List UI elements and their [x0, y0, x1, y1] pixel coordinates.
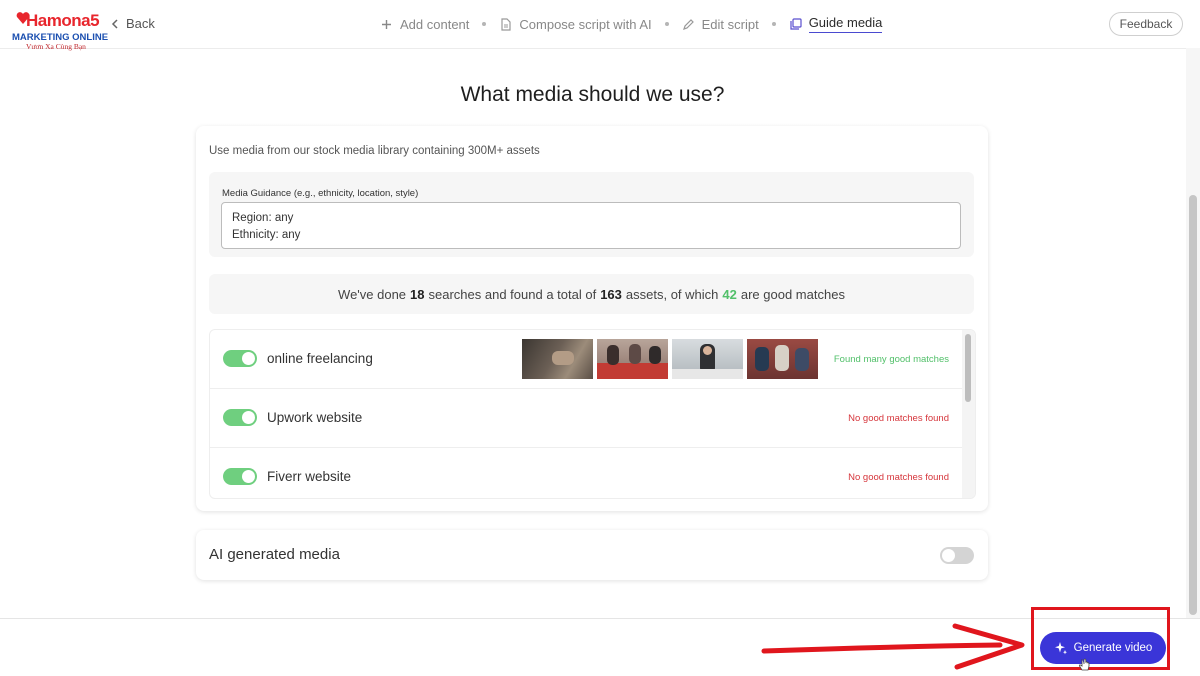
card-top-fade	[196, 104, 988, 128]
step-navigation: Add content Compose script with AI Edit …	[380, 15, 883, 33]
back-label: Back	[126, 16, 155, 31]
summary-text: assets, of which	[625, 286, 719, 302]
ai-media-card: AI generated media	[196, 530, 988, 580]
media-thumbnail[interactable]	[747, 339, 818, 379]
step-add-content[interactable]: Add content	[380, 17, 469, 32]
step-separator	[771, 22, 776, 26]
good-match-count: 42	[722, 286, 737, 302]
watermark-logo: Hamona5 MARKETING ONLINE Vươn Xa Cùng Bạ…	[10, 8, 110, 52]
stock-media-description: Use media from our stock media library c…	[209, 145, 540, 157]
stock-media-card: Use media from our stock media library c…	[196, 126, 988, 511]
annotation-arrow-icon	[761, 623, 1025, 670]
media-guidance-panel: Media Guidance (e.g., ethnicity, locatio…	[209, 172, 974, 257]
search-term: online freelancing	[267, 351, 373, 366]
search-toggle[interactable]	[223, 409, 257, 426]
search-summary: We've done 18 searches and found a total…	[209, 274, 974, 314]
feedback-button[interactable]: Feedback	[1109, 12, 1183, 36]
ai-media-label: AI generated media	[209, 546, 340, 563]
logo-tagline: Vươn Xa Cùng Bạn	[26, 42, 86, 51]
match-status: Found many good matches	[833, 354, 949, 365]
step-guide-media[interactable]: Guide media	[789, 15, 883, 33]
step-label: Guide media	[808, 15, 883, 33]
step-separator	[482, 22, 487, 26]
step-label: Compose script with AI	[519, 16, 652, 32]
search-term: Upwork website	[267, 410, 363, 425]
media-guidance-input[interactable]: Region: any Ethnicity: any	[221, 202, 961, 249]
list-scrollbar-thumb[interactable]	[965, 334, 971, 402]
step-compose-script[interactable]: Compose script with AI	[499, 16, 652, 32]
list-scrollbar-track[interactable]	[962, 330, 975, 498]
step-label: Add content	[400, 16, 470, 32]
search-toggle[interactable]	[223, 468, 257, 485]
hand-cursor-icon	[1078, 658, 1090, 671]
guidance-region: Region: any	[232, 212, 294, 224]
top-bar: Hamona5 MARKETING ONLINE Vươn Xa Cùng Bạ…	[0, 0, 1200, 52]
document-icon	[501, 17, 511, 31]
search-row: online freelancing Found many good match…	[210, 330, 962, 389]
search-toggle[interactable]	[223, 350, 257, 367]
media-thumbnail[interactable]	[522, 339, 593, 379]
step-edit-script[interactable]: Edit script	[682, 17, 759, 32]
match-status: No good matches found	[848, 472, 949, 483]
pencil-icon	[682, 18, 694, 30]
back-button[interactable]: Back	[110, 16, 155, 31]
ai-media-toggle[interactable]	[940, 547, 974, 564]
match-status: No good matches found	[848, 413, 949, 424]
media-guidance-label: Media Guidance (e.g., ethnicity, locatio…	[222, 188, 419, 199]
summary-text: searches and found a total of	[428, 286, 597, 302]
search-count: 18	[410, 286, 425, 302]
step-separator	[664, 22, 669, 26]
plus-icon	[382, 19, 391, 29]
search-row: Upwork website No good matches found	[210, 389, 962, 448]
media-stack-icon	[790, 17, 802, 30]
search-row: Fiverr website No good matches found	[210, 448, 962, 498]
summary-text: are good matches	[740, 286, 845, 302]
asset-count: 163	[600, 286, 622, 302]
media-thumbnails	[522, 339, 818, 379]
chevron-left-icon	[111, 18, 118, 29]
logo-brand: Hamona5	[26, 11, 100, 30]
page-scrollbar-thumb[interactable]	[1189, 195, 1197, 615]
guidance-ethnicity: Ethnicity: any	[232, 229, 301, 241]
media-thumbnail[interactable]	[597, 339, 668, 379]
search-list: online freelancing Found many good match…	[209, 329, 976, 499]
search-term: Fiverr website	[267, 469, 352, 484]
step-label: Edit script	[701, 16, 759, 32]
annotation-highlight-box	[1031, 607, 1170, 670]
summary-text: We've done	[338, 286, 407, 302]
media-thumbnail[interactable]	[672, 339, 743, 379]
